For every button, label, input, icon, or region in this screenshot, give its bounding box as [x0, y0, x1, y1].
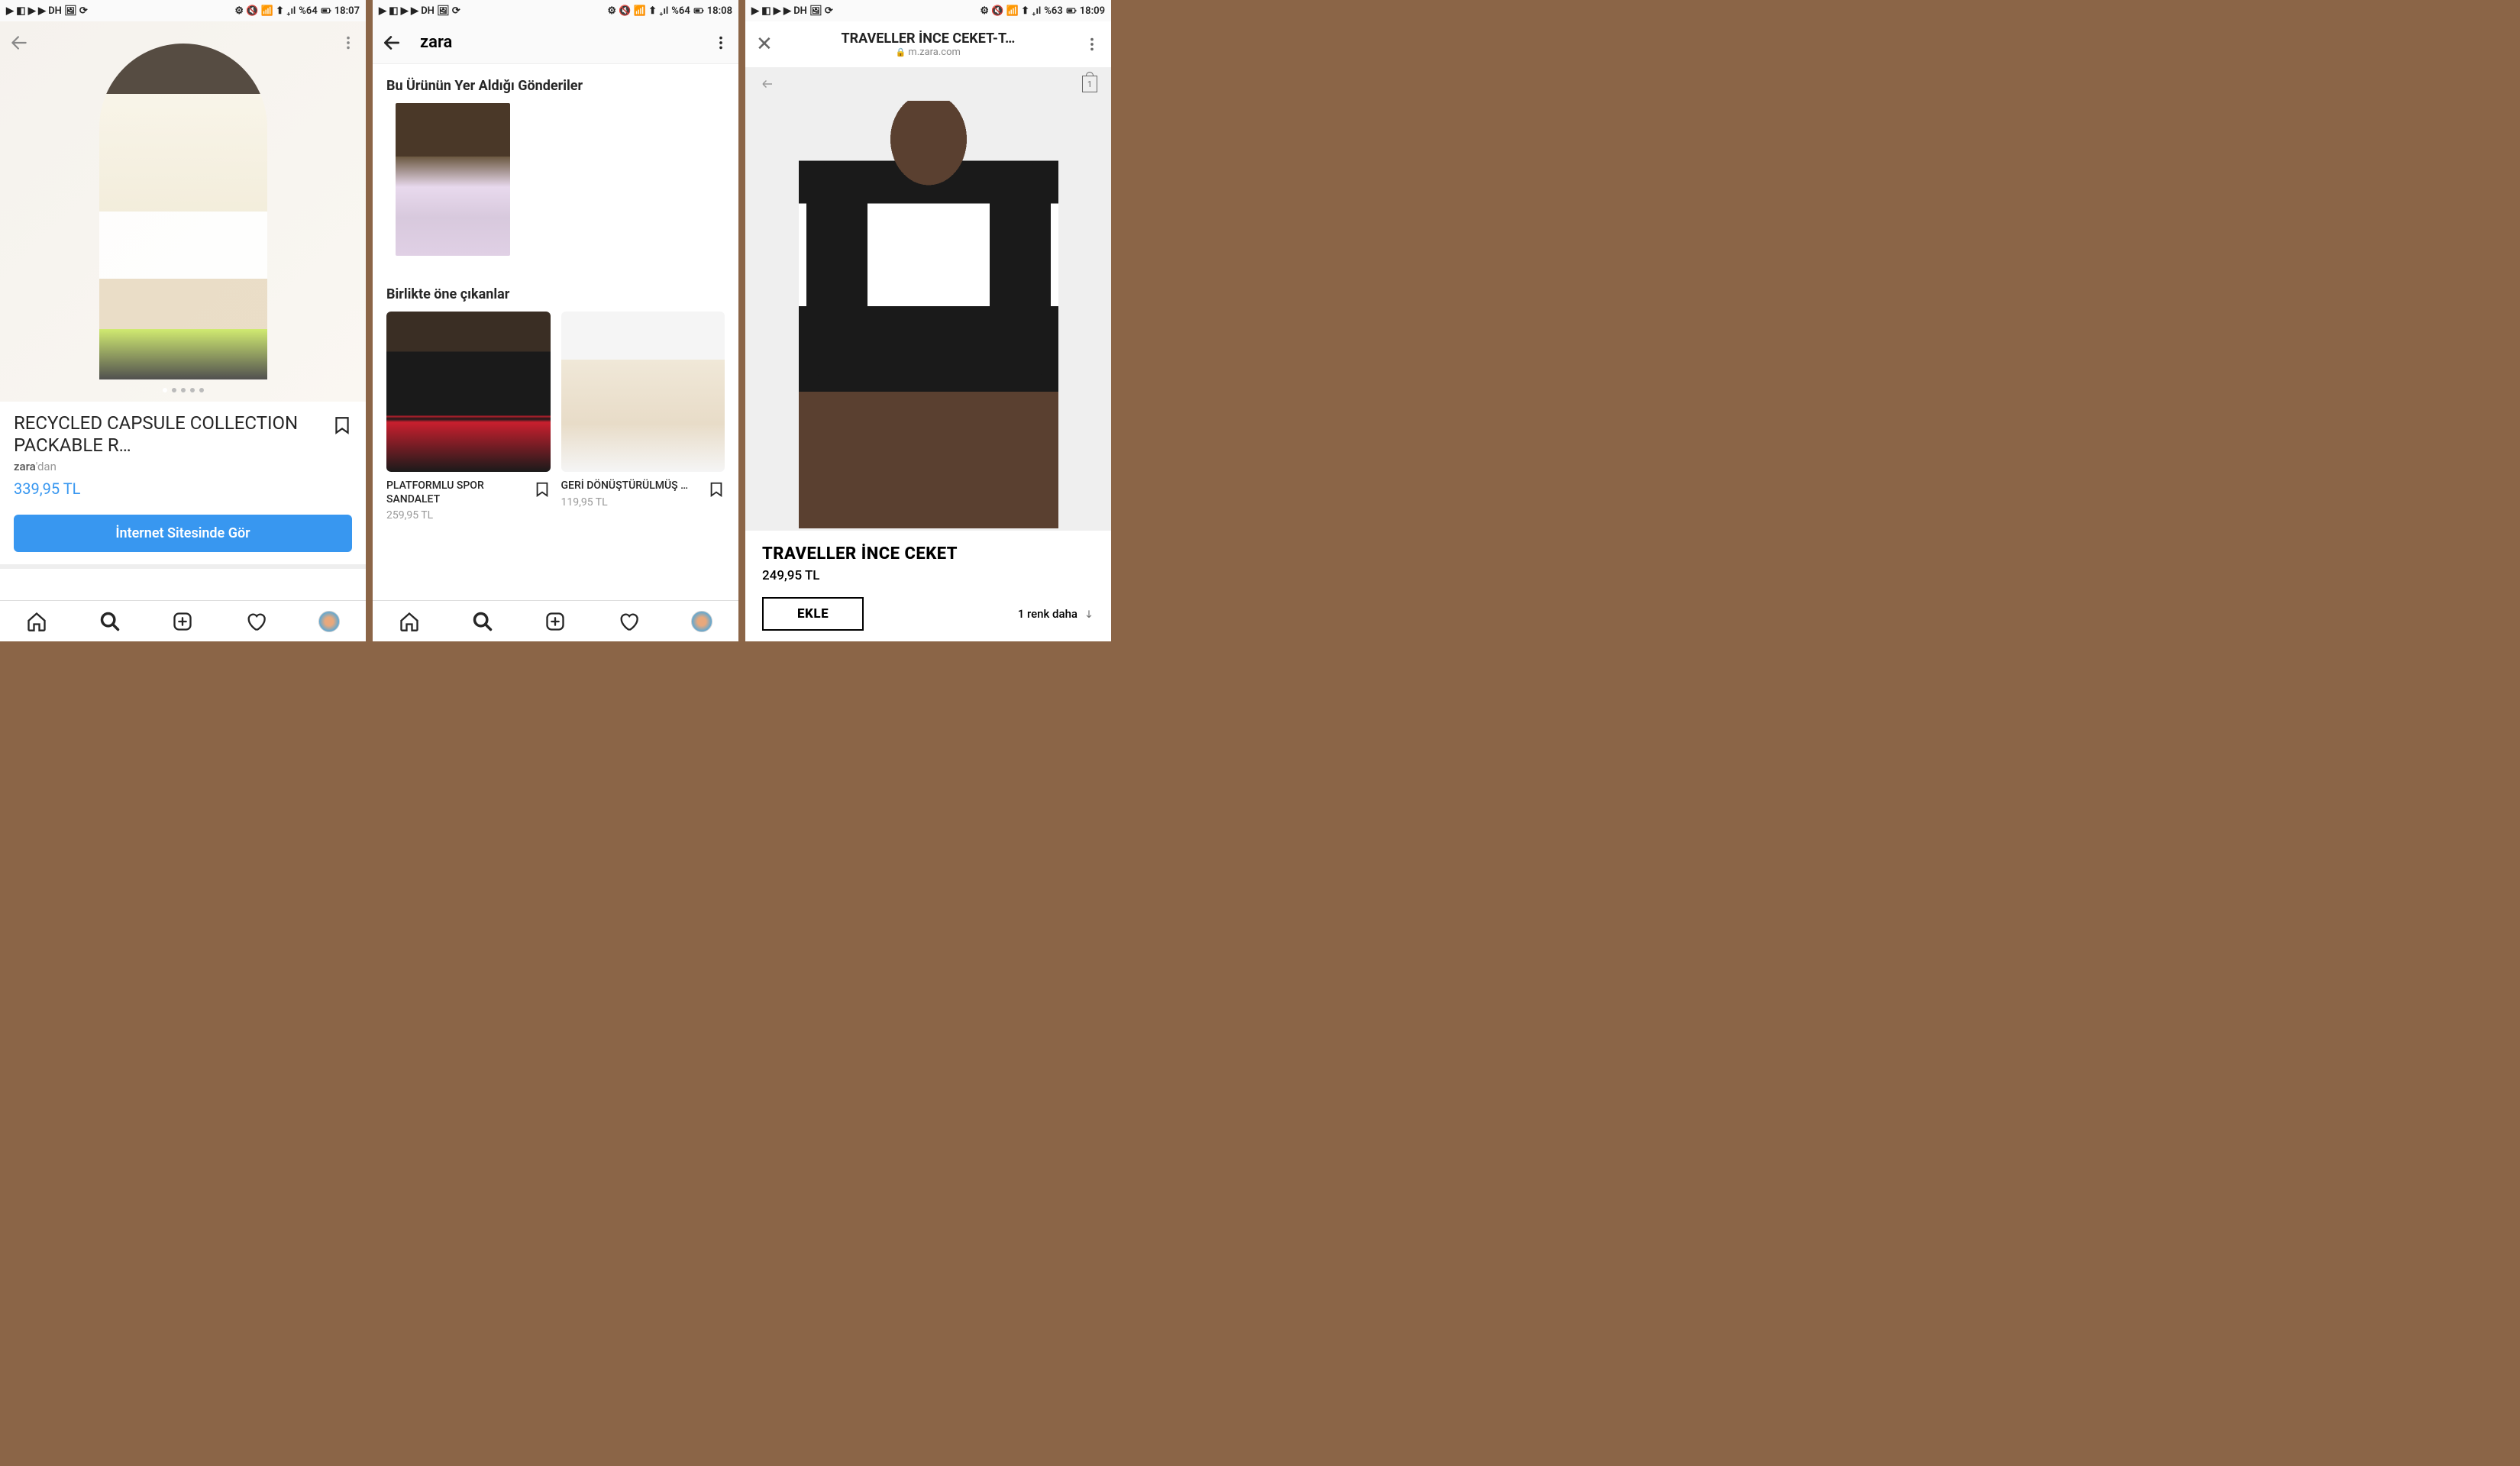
product-title: RECYCLED CAPSULE COLLECTION PACKABLE R… [14, 412, 352, 457]
back-arrow-icon[interactable] [759, 77, 776, 91]
product-seller[interactable]: zara'dan [14, 460, 352, 473]
section-featured-title: Birlikte öne çıkanlar [373, 273, 738, 312]
profile-avatar-icon[interactable] [691, 611, 712, 632]
bookmark-icon[interactable] [534, 480, 551, 499]
product-card-image [561, 312, 725, 472]
product-card[interactable]: GERİ DÖNÜŞTÜRÜLMÜŞ … 119,95 TL [561, 312, 725, 521]
product-price: 249,95 TL [762, 568, 1094, 583]
more-options-icon[interactable] [340, 34, 357, 51]
product-card[interactable]: PLATFORMLU SPOR SANDALET 259,95 TL [386, 312, 551, 521]
more-options-icon[interactable] [1084, 36, 1100, 53]
more-options-icon[interactable] [712, 34, 729, 51]
shopping-bag-icon[interactable]: 1 [1082, 76, 1097, 92]
phone-screenshot-3: ▶ ◧ ▶ ▶ DH 🖼 ⟳ ⚙ 🔇 📶 ⬆ ₊ıl %63 18:09 ✕ T… [745, 0, 1111, 641]
search-icon[interactable] [99, 611, 121, 632]
status-bar: ▶ ◧ ▶ ▶ DH 🖼 ⟳ ⚙ 🔇 📶 ⬆ ₊ıl %63 18:09 [745, 0, 1111, 21]
search-icon[interactable] [472, 611, 493, 632]
close-icon[interactable]: ✕ [756, 33, 773, 56]
status-battery: %63 [1044, 5, 1062, 17]
browser-url: m.zara.com [773, 47, 1084, 58]
view-on-website-button[interactable]: İnternet Sitesinde Gör [14, 515, 352, 552]
add-to-cart-button[interactable]: EKLE [762, 597, 864, 631]
profile-avatar-icon[interactable] [318, 611, 340, 632]
page-header: zara [373, 21, 738, 64]
status-time: 18:08 [707, 5, 732, 17]
bottom-nav [0, 600, 366, 641]
phone-screenshot-2: ▶ ◧ ▶ ▶ DH 🖼 ⟳ ⚙ 🔇 📶 ⬆ ₊ıl %64 18:08 zar… [373, 0, 738, 641]
chevron-down-icon [1084, 609, 1094, 619]
status-time: 18:07 [334, 5, 360, 17]
section-posts-title: Bu Ürünün Yer Aldığı Gönderiler [373, 64, 738, 103]
status-time: 18:09 [1080, 5, 1105, 17]
header-title: zara [420, 33, 712, 52]
product-info: RECYCLED CAPSULE COLLECTION PACKABLE R… … [0, 402, 366, 505]
status-right-icons: ⚙ 🔇 📶 ⬆ ₊ıl [607, 5, 668, 17]
product-header [0, 21, 366, 64]
home-icon[interactable] [26, 611, 47, 632]
divider [0, 564, 366, 569]
carousel-indicator [163, 388, 204, 392]
webpage-content: 1 TRAVELLER İNCE CEKET 249,95 TL EKLE 1 … [745, 67, 1111, 641]
product-details: TRAVELLER İNCE CEKET 249,95 TL EKLE 1 re… [745, 531, 1111, 641]
status-bar: ▶ ◧ ▶ ▶ DH 🖼 ⟳ ⚙ 🔇 📶 ⬆ ₊ıl %64 18:07 [0, 0, 366, 21]
product-card-price: 119,95 TL [561, 496, 725, 509]
back-arrow-icon[interactable] [9, 33, 29, 53]
product-price: 339,95 TL [14, 480, 352, 498]
activity-heart-icon[interactable] [245, 611, 267, 632]
status-bar: ▶ ◧ ▶ ▶ DH 🖼 ⟳ ⚙ 🔇 📶 ⬆ ₊ıl %64 18:08 [373, 0, 738, 21]
more-colors-label: 1 renk daha [1018, 607, 1077, 621]
home-icon[interactable] [399, 611, 420, 632]
browser-header: ✕ TRAVELLER İNCE CEKET-T… m.zara.com [745, 21, 1111, 67]
status-left-icons: ▶ ◧ ▶ ▶ DH 🖼 ⟳ [751, 5, 833, 17]
bookmark-icon[interactable] [332, 414, 352, 437]
product-card-price: 259,95 TL [386, 509, 551, 521]
content-body: Bu Ürünün Yer Aldığı Gönderiler Birlikte… [373, 64, 738, 600]
more-colors-link[interactable]: 1 renk daha [1018, 607, 1094, 621]
product-card-title: PLATFORMLU SPOR SANDALET [386, 480, 551, 506]
status-left-icons: ▶ ◧ ▶ ▶ DH 🖼 ⟳ [379, 5, 460, 17]
post-thumbnail[interactable] [396, 103, 510, 256]
product-title: TRAVELLER İNCE CEKET [762, 544, 1094, 563]
product-card-title: GERİ DÖNÜŞTÜRÜLMÜŞ … [561, 480, 725, 493]
bookmark-icon[interactable] [708, 480, 725, 499]
product-hero-image[interactable] [745, 101, 1111, 531]
status-right-icons: ⚙ 🔇 📶 ⬆ ₊ıl [234, 5, 296, 17]
status-battery: %64 [299, 5, 317, 17]
add-post-icon[interactable] [172, 611, 193, 632]
bottom-nav [373, 600, 738, 641]
product-card-image [386, 312, 551, 472]
zara-topbar: 1 [745, 67, 1111, 101]
status-right-icons: ⚙ 🔇 📶 ⬆ ₊ıl [980, 5, 1041, 17]
phone-screenshot-1: ▶ ◧ ▶ ▶ DH 🖼 ⟳ ⚙ 🔇 📶 ⬆ ₊ıl %64 18:07 REC… [0, 0, 366, 641]
battery-icon [1066, 5, 1077, 16]
browser-page-title: TRAVELLER İNCE CEKET-T… [773, 31, 1084, 47]
add-post-icon[interactable] [544, 611, 566, 632]
bag-count: 1 [1087, 79, 1092, 89]
status-left-icons: ▶ ◧ ▶ ▶ DH 🖼 ⟳ [6, 5, 88, 17]
battery-icon [693, 5, 704, 16]
back-arrow-icon[interactable] [382, 33, 402, 53]
activity-heart-icon[interactable] [618, 611, 639, 632]
status-battery: %64 [671, 5, 690, 17]
battery-icon [321, 5, 331, 16]
product-hero-image[interactable] [0, 21, 366, 402]
